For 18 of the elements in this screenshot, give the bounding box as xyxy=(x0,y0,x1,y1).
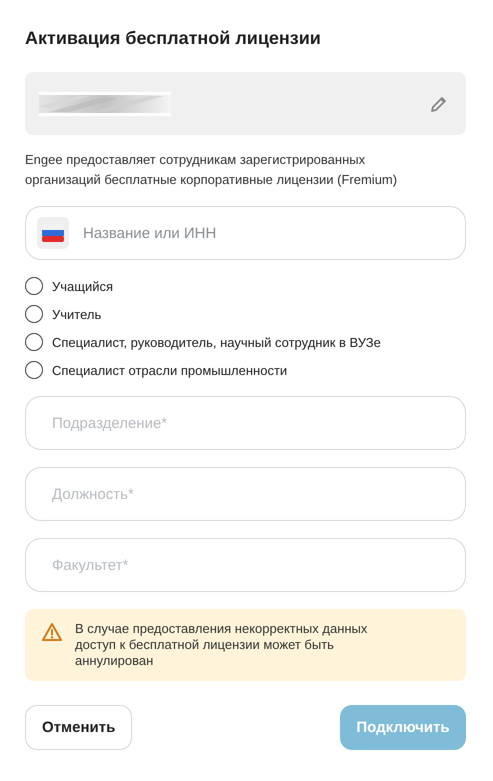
warning-text: В случае предоставления некорректных данных доступ к бесплатной лицензии может быть аннулирован xyxy=(75,621,368,669)
organization-field[interactable]: Название или ИНН xyxy=(25,206,466,260)
radio-button[interactable] xyxy=(25,361,43,379)
text-field[interactable]: Подразделение* xyxy=(25,396,466,450)
warning-icon xyxy=(41,622,63,642)
text-field[interactable]: Должность* xyxy=(25,467,466,521)
radio-button[interactable] xyxy=(25,277,43,295)
dialog-title: Активация бесплатной лицензии xyxy=(25,27,322,49)
radio-label: Учащийся xyxy=(52,278,114,294)
radio-label: Специалист отрасли промышленности xyxy=(52,362,288,378)
description-text: Engee предоставляет сотрудникам зарегистрированных организаций бесплатные корпоративные лицензии (Fremium) xyxy=(25,151,398,189)
radio-button[interactable] xyxy=(25,305,43,323)
edit-icon[interactable] xyxy=(430,94,448,112)
cancel-button[interactable]: Отменить xyxy=(25,705,132,750)
radio-label: Специалист, руководитель, научный сотрудник в ВУЗе xyxy=(52,334,381,350)
radio-label: Учитель xyxy=(52,306,102,322)
radio-button[interactable] xyxy=(25,333,43,351)
text-field[interactable]: Факультет* xyxy=(25,538,466,592)
